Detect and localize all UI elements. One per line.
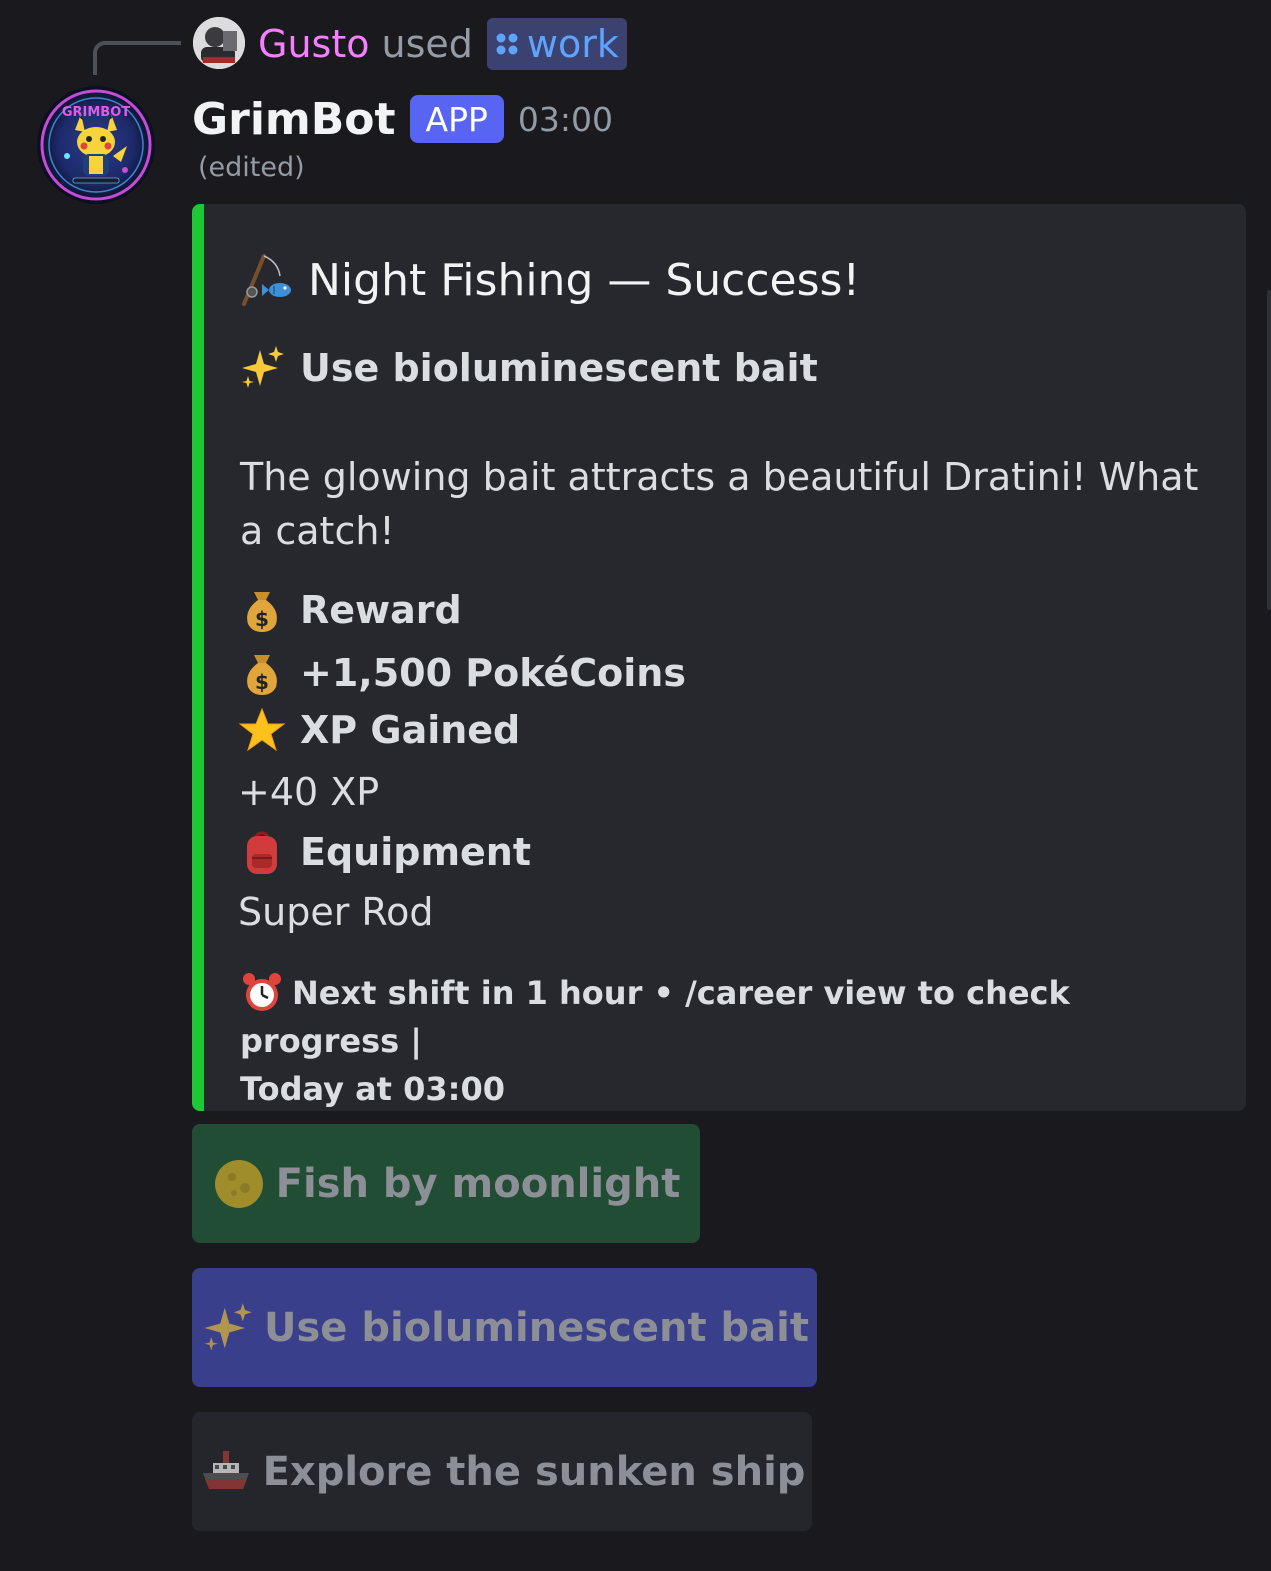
reply-username[interactable]: Gusto <box>258 22 369 66</box>
command-name: work <box>526 22 619 66</box>
slash-command-icon <box>496 33 518 55</box>
button-label: Use bioluminescent bait <box>264 1304 809 1351</box>
subtitle-text: Use bioluminescent bait <box>300 346 818 390</box>
edited-label: (edited) <box>198 152 305 183</box>
author-name[interactable]: GrimBot <box>192 94 396 145</box>
xp-value-row: +40 XP <box>238 770 379 814</box>
svg-text:$: $ <box>255 607 269 631</box>
reply-verb: used <box>381 22 473 66</box>
sparkles-icon <box>204 1302 252 1350</box>
xp-label: XP Gained <box>300 708 521 752</box>
embed-subtitle: Use bioluminescent bait <box>238 344 818 392</box>
explore-sunken-ship-button[interactable]: Explore the sunken ship <box>192 1412 812 1531</box>
full-moon-icon <box>214 1159 263 1208</box>
equipment-label: Equipment <box>300 830 532 874</box>
bot-avatar[interactable]: GRIMBOT <box>37 86 155 204</box>
embed-accent-bar <box>192 204 204 1111</box>
money-bag-icon: $ <box>247 655 277 695</box>
embed-title: Night Fishing — Success! <box>238 252 860 308</box>
reply-avatar[interactable] <box>193 17 245 69</box>
footer-line-1: Next shift in 1 hour • /career view to c… <box>240 974 1070 1060</box>
fish-by-moonlight-button[interactable]: Fish by moonlight <box>192 1124 700 1243</box>
embed-title-text: Night Fishing — Success! <box>308 254 861 306</box>
message-header: GrimBot APP 03:00 <box>192 90 613 148</box>
equipment-field: Equipment <box>238 828 531 876</box>
embed: Night Fishing — Success! Use bioluminesc… <box>192 204 1246 1111</box>
app-badge: APP <box>409 95 504 143</box>
reward-label: Reward <box>300 588 462 632</box>
button-label: Fish by moonlight <box>275 1160 681 1207</box>
embed-description: The glowing bait attracts a beautiful Dr… <box>240 455 1199 553</box>
embed-footer: Next shift in 1 hour • /career view to c… <box>240 969 1200 1111</box>
xp-value: +40 XP <box>238 770 380 814</box>
xp-field: XP Gained <box>238 706 520 754</box>
command-chip[interactable]: work <box>486 18 627 70</box>
fishing-pole-icon <box>242 254 291 306</box>
reward-value: +1,500 PokéCoins <box>300 651 686 695</box>
alarm-clock-icon <box>243 973 281 1011</box>
reply-connector <box>93 41 181 75</box>
button-label: Explore the sunken ship <box>262 1448 806 1495</box>
svg-text:$: $ <box>255 670 269 694</box>
use-bioluminescent-bait-button[interactable]: Use bioluminescent bait <box>192 1268 817 1387</box>
message-timestamp[interactable]: 03:00 <box>518 100 613 139</box>
avatar-logo-text: GRIMBOT <box>62 105 130 120</box>
ship-icon <box>202 1450 249 1489</box>
reward-field: $ Reward <box>238 586 462 634</box>
backpack-icon <box>247 831 277 874</box>
sparkles-icon <box>242 346 284 388</box>
scrollbar-thumb[interactable] <box>1267 290 1271 610</box>
footer-line-2: Today at 03:00 <box>240 1070 505 1108</box>
equipment-value-row: Super Rod <box>238 890 433 934</box>
reward-value-row: $ +1,500 PokéCoins <box>238 649 686 697</box>
money-bag-icon: $ <box>247 592 277 632</box>
star-icon <box>238 707 286 752</box>
equipment-value: Super Rod <box>238 890 434 934</box>
reply-line: Gusto used work <box>258 16 627 72</box>
